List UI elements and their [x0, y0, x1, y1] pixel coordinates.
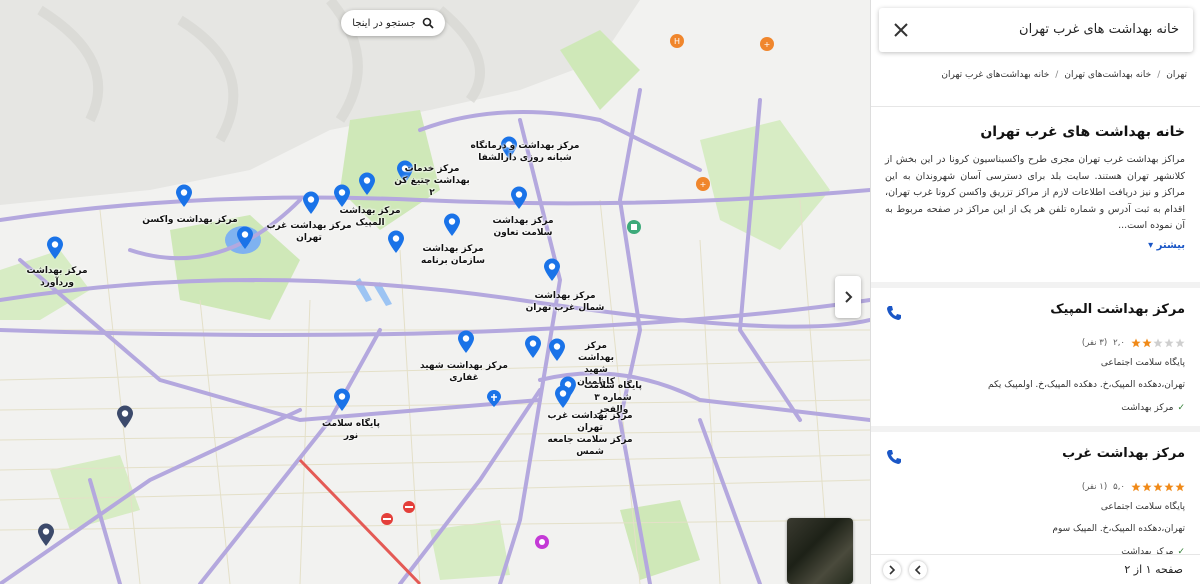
health-center-marker[interactable]: [333, 388, 351, 412]
breadcrumb-item[interactable]: تهران: [1166, 70, 1187, 80]
star-icon: [1164, 338, 1174, 348]
more-link[interactable]: بیشتر ▾: [1148, 240, 1185, 251]
result-type: پایگاه سلامت اجتماعی: [1100, 502, 1185, 512]
map-place-label[interactable]: پایگاه سلامت نور: [316, 418, 386, 442]
search-this-area-label: جستجو در اینجا: [352, 17, 416, 29]
star-icon: [1153, 338, 1163, 348]
star-icon: [1175, 338, 1185, 348]
map-place-label[interactable]: مرکز بهداشت شمال غرب تهران: [520, 290, 610, 314]
hospital-place-icon[interactable]: +: [695, 176, 711, 192]
review-count: (۳ نفر): [1081, 338, 1108, 348]
chevron-left-icon: [914, 565, 921, 575]
map-place-label[interactable]: مرکز بهداشت واکسن: [140, 214, 240, 226]
svg-text:+: +: [764, 40, 771, 49]
page-title: خانه بهداشت های غرب تهران: [980, 124, 1185, 140]
result-name[interactable]: مرکز بهداشت غرب: [1062, 446, 1185, 461]
star-icon: [1142, 482, 1152, 492]
rating-value: ۵,۰: [1113, 482, 1125, 492]
park-place-icon[interactable]: [626, 219, 642, 235]
health-center-marker[interactable]: [37, 523, 55, 547]
rating-row: ۲,۰ (۳ نفر): [1082, 338, 1185, 348]
map-place-label[interactable]: مرکز بهداشت شهید غفاری: [414, 360, 514, 384]
search-query[interactable]: خانه بهداشت های غرب تهران: [1019, 8, 1179, 52]
page-description: مراکز بهداشت غرب تهران مجری طرح واکسیناس…: [885, 154, 1185, 231]
star-icon: [1164, 482, 1174, 492]
pagination: صفحه ۱ از ۲: [871, 554, 1200, 584]
health-center-marker[interactable]: [302, 191, 320, 215]
map-place-label[interactable]: مرکز بهداشت سازمان برنامه: [418, 243, 488, 267]
page-indicator: صفحه ۱ از ۲: [1124, 563, 1183, 576]
breadcrumb-item[interactable]: خانه بهداشت‌های تهران: [1064, 70, 1151, 80]
no-entry-icon: [403, 501, 415, 513]
results-panel: خانه بهداشت های غرب تهران تهران / خانه ب…: [870, 0, 1200, 584]
result-card[interactable]: مرکز بهداشت المپیک ۲,۰ (۳ نفر) پایگاه سل…: [871, 288, 1200, 424]
chevron-right-icon: [845, 291, 853, 303]
search-this-area-button[interactable]: جستجو در اینجا: [341, 10, 445, 36]
result-name[interactable]: مرکز بهداشت المپیک: [1050, 302, 1185, 317]
health-center-marker[interactable]: [443, 213, 461, 237]
map-view[interactable]: H + + مرکز بهداشت و درمانگاه شبانه روزی …: [0, 0, 870, 584]
breadcrumb-item[interactable]: خانه بهداشت‌های غرب تهران: [941, 70, 1049, 80]
divider: [871, 106, 1200, 107]
health-center-marker[interactable]: [236, 226, 254, 250]
star-icon: [1153, 482, 1163, 492]
result-type: پایگاه سلامت اجتماعی: [1100, 358, 1185, 368]
satellite-layer-toggle[interactable]: [787, 518, 853, 584]
breadcrumb-separator: /: [1157, 70, 1161, 80]
health-center-marker[interactable]: [510, 186, 528, 210]
prev-page-button[interactable]: [909, 561, 927, 579]
rating-value: ۲,۰: [1113, 338, 1125, 348]
star-icon: [1131, 482, 1141, 492]
check-icon: ✓: [1177, 403, 1185, 413]
phone-icon[interactable]: [883, 446, 905, 468]
phone-icon[interactable]: [883, 302, 905, 324]
star-rating: [1131, 338, 1185, 348]
result-feature: ✓ مرکز بهداشت: [1121, 403, 1185, 413]
health-center-marker[interactable]: [554, 385, 572, 409]
close-icon[interactable]: [891, 20, 911, 40]
health-center-marker[interactable]: [457, 330, 475, 354]
map-place-label[interactable]: مرکز خدمات بهداشت چتیغ کن ۲: [392, 163, 472, 199]
breadcrumb: تهران / خانه بهداشت‌های تهران / خانه بهد…: [941, 70, 1187, 80]
map-place-label[interactable]: مرکز بهداشت غرب تهران مرکز سلامت جامعه ش…: [540, 410, 640, 458]
no-entry-icon: [381, 513, 393, 525]
collapse-panel-button[interactable]: [835, 276, 861, 318]
chevron-right-icon: [889, 565, 896, 575]
result-feature-label: مرکز بهداشت: [1121, 403, 1174, 413]
result-address: تهران،دهکده المپیک،خ. دهکده المپیک،خ. او…: [987, 380, 1185, 390]
search-icon: [422, 17, 434, 29]
map-place-label[interactable]: مرکز بهداشت غرب تهران: [254, 220, 364, 244]
star-icon: [1142, 338, 1152, 348]
more-label: بیشتر: [1156, 240, 1185, 251]
health-center-marker[interactable]: [548, 338, 566, 362]
next-page-button[interactable]: [883, 561, 901, 579]
health-center-marker[interactable]: [387, 230, 405, 254]
svg-text:H: H: [674, 37, 680, 46]
clinic-place-icon[interactable]: +: [759, 36, 775, 52]
map-place-label[interactable]: مرکز بهداشت و درمانگاه شبانه روزی دارالش…: [470, 140, 580, 164]
health-center-marker[interactable]: [358, 172, 376, 196]
shopping-place-icon[interactable]: [534, 534, 550, 550]
breadcrumb-separator: /: [1055, 70, 1059, 80]
hospital-place-icon[interactable]: H: [669, 33, 685, 49]
airport-marker-icon[interactable]: [486, 390, 502, 408]
map-base: [0, 0, 870, 584]
health-center-marker[interactable]: [524, 335, 542, 359]
star-rating: [1131, 482, 1185, 492]
map-place-label[interactable]: مرکز بهداشت سلامت تعاون: [488, 215, 558, 239]
health-center-marker[interactable]: [543, 258, 561, 282]
result-address: تهران،دهکده المپیک،خ. المپیک سوم: [1052, 524, 1185, 534]
result-card[interactable]: مرکز بهداشت غرب ۵,۰ (۱ نفر) پایگاه سلامت…: [871, 432, 1200, 557]
health-center-marker[interactable]: [46, 236, 64, 260]
star-icon: [1131, 338, 1141, 348]
star-icon: [1175, 482, 1185, 492]
health-center-marker[interactable]: [175, 184, 193, 208]
health-center-marker[interactable]: [116, 405, 134, 429]
review-count: (۱ نفر): [1081, 482, 1108, 492]
svg-text:+: +: [700, 180, 707, 189]
map-place-label[interactable]: مرکز بهداشت وردآورد: [12, 265, 102, 289]
rating-row: ۵,۰ (۱ نفر): [1082, 482, 1185, 492]
search-box[interactable]: خانه بهداشت های غرب تهران: [879, 8, 1193, 52]
